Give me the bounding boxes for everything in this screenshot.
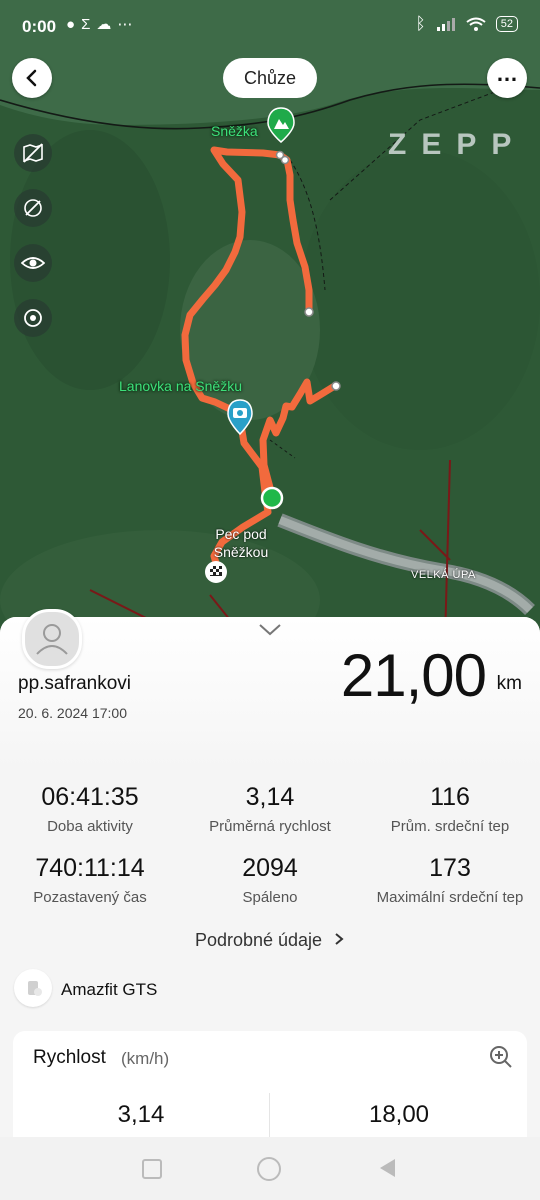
stat-label: Doba aktivity [47,818,133,835]
username: pp.safrankovi [18,673,132,694]
zoom-in-icon [490,1046,512,1068]
battery-icon: 52 [495,16,518,32]
system-nav-bar [0,1137,540,1200]
map-label-start-place: Pec pod Sněžkou [213,526,269,560]
chat-icon: ● [66,16,82,33]
more-notifications-icon: ⋯ [117,16,139,33]
zepp-watermark: ZEPP [388,128,527,161]
stat-label: Spáleno [242,889,298,906]
map-off-icon [23,143,43,163]
stat-value: 06:41:35 [41,783,139,811]
stat-value: 740:11:14 [35,854,145,882]
signal-icon [436,18,455,31]
speed-card[interactable]: Rychlost (km/h) 3,14 18,00 [13,1031,527,1151]
status-time: 0:00 [22,17,57,36]
more-dots-icon: … [496,61,518,86]
back-arrow-icon [26,69,37,87]
map-label-peak: Sněžka [211,123,258,139]
collapse-sheet-button[interactable] [258,623,282,642]
stat-value: 116 [430,783,470,811]
details-link-label: Podrobné údaje [194,930,323,950]
avg-speed-value: 3,14 [117,1101,165,1128]
details-link[interactable]: Podrobné údaje [0,930,540,951]
stat-duration: 06:41:35 Doba aktivity [0,783,180,835]
sigma-icon: Σ [81,16,97,33]
home-button[interactable] [257,1157,281,1181]
start-marker [260,486,284,510]
wifi-icon [466,17,486,31]
route-off-icon [24,199,42,217]
stat-label: Prům. srdeční tep [390,818,510,835]
speed-card-title: Rychlost [33,1047,106,1068]
locate-button[interactable] [14,299,52,337]
status-bar: 0:00 ●Σ☁⋯ ᛒ 52 [0,0,540,50]
chevron-down-icon [259,624,281,636]
finish-flag-icon [205,561,227,583]
stat-label: Průměrná rychlost [209,818,331,835]
stat-value: 2094 [242,854,298,882]
stat-label: Pozastavený čas [33,889,147,906]
max-speed-value: 18,00 [368,1101,430,1128]
stat-value: 3,14 [245,783,295,811]
stat-label: Maximální srdeční tep [376,889,524,906]
user-avatar-icon [36,624,68,655]
recents-button[interactable] [142,1159,162,1179]
zoom-in-button[interactable] [489,1045,513,1074]
more-options-button[interactable]: … [487,58,527,98]
stat-avg-speed: 3,14 Průměrná rychlost [180,783,360,835]
stat-max-heart-rate: 173 Maximální srdeční tep [360,854,540,906]
eye-icon [21,257,45,269]
speed-card-unit: (km/h) [121,1049,170,1068]
distance-unit: km [496,673,522,694]
notification-icons: ●Σ☁⋯ [66,15,138,33]
activity-type-pill[interactable]: Chůze [223,58,317,98]
view-toggle-button[interactable] [14,244,52,282]
stat-paused-time: 740:11:14 Pozastavený čas [0,854,180,906]
hide-route-button[interactable] [14,189,52,227]
back-nav-button[interactable] [377,1157,397,1179]
map-layer-toggle-button[interactable] [14,134,52,172]
chevron-right-icon [335,933,344,945]
cloud-icon: ☁ [96,16,118,33]
device-watch-icon [14,969,52,1007]
stat-value: 173 [429,854,471,882]
stat-avg-heart-rate: 116 Prům. srdeční tep [360,783,540,835]
back-button[interactable] [12,58,52,98]
avatar[interactable] [22,609,82,669]
target-icon [24,309,42,327]
map-label-cable-car: Lanovka na Sněžku [119,378,242,394]
activity-sheet: pp.safrankovi 20. 6. 2024 17:00 21,00 km… [0,609,540,1200]
activity-date: 20. 6. 2024 17:00 [18,705,127,721]
stat-calories: 2094 Spáleno [180,854,360,906]
distance-value: 21,00 [340,642,487,709]
map-label-valley: VELKÁ ÚPA [411,569,476,581]
device-name: Amazfit GTS [61,980,158,999]
bluetooth-icon: ᛒ [415,14,426,33]
